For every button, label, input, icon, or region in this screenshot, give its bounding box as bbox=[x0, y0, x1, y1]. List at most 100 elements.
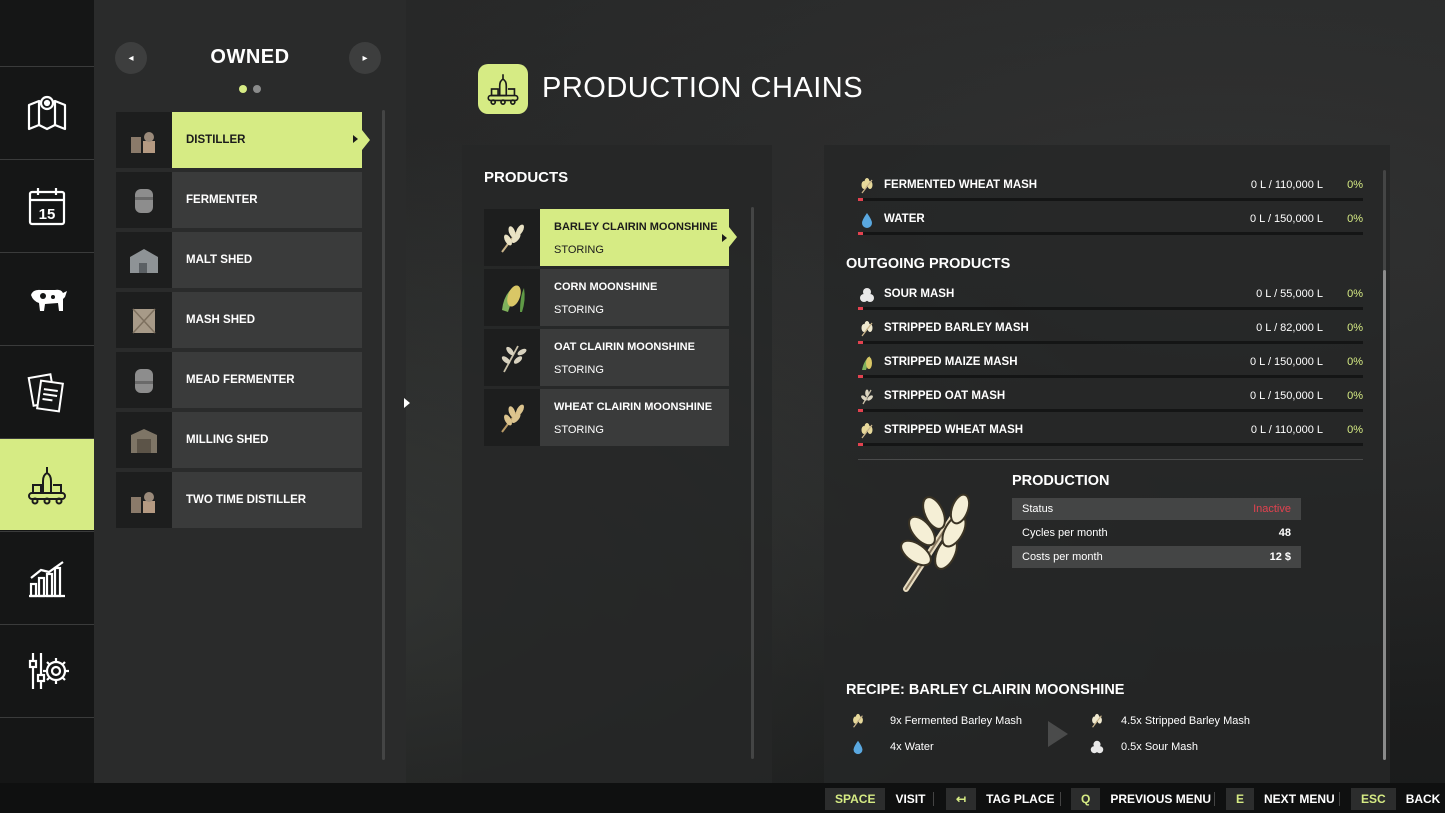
output-row-stripped-wheat-mash: STRIPPED WHEAT MASH 0 L / 110,000 L 0% bbox=[858, 418, 1363, 452]
barley-mash-icon bbox=[1092, 713, 1102, 728]
oat-thumbnail bbox=[484, 329, 540, 386]
section-divider bbox=[858, 459, 1363, 460]
oat-mash-icon bbox=[861, 389, 873, 405]
recipe-input-text: 4x Water bbox=[890, 741, 934, 753]
mead-fermenter-icon bbox=[135, 369, 153, 393]
wheat-icon bbox=[501, 404, 524, 433]
hint-separator bbox=[1060, 792, 1061, 806]
nav-contracts[interactable] bbox=[0, 345, 94, 437]
water-drop-icon bbox=[862, 213, 872, 228]
sour-mash-icon bbox=[1090, 740, 1104, 754]
details-scrollbar-thumb[interactable] bbox=[1383, 270, 1386, 760]
milling-shed-thumbnail bbox=[116, 412, 172, 468]
resource-percent: 0% bbox=[1347, 213, 1363, 225]
product-state: STORING bbox=[554, 424, 604, 436]
resource-percent: 0% bbox=[1347, 179, 1363, 191]
cycles-label: Cycles per month bbox=[1022, 527, 1108, 539]
owned-item-milling-shed[interactable]: MILLING SHED bbox=[116, 412, 362, 468]
wheat-thumbnail bbox=[484, 389, 540, 446]
product-item-barley-clairin-moonshine[interactable]: BARLEY CLAIRIN MOONSHINE STORING bbox=[484, 209, 737, 266]
resource-name: STRIPPED BARLEY MASH bbox=[884, 322, 1029, 334]
owned-list: DISTILLER FERMENTER MALT SHED MASH SHED bbox=[116, 112, 370, 532]
resource-name: STRIPPED OAT MASH bbox=[884, 390, 1006, 402]
output-row-stripped-barley-mash: STRIPPED BARLEY MASH 0 L / 82,000 L 0% bbox=[858, 316, 1363, 350]
key-q: Q bbox=[1071, 788, 1101, 810]
production-heading: PRODUCTION bbox=[1012, 473, 1110, 489]
owned-item-fermenter[interactable]: FERMENTER bbox=[116, 172, 362, 228]
svg-text:15: 15 bbox=[39, 206, 56, 223]
hint-tag-place[interactable]: ↤ TAG PLACE bbox=[946, 788, 1055, 810]
owned-item-label: TWO TIME DISTILLER bbox=[186, 494, 307, 506]
key-space: SPACE bbox=[825, 788, 886, 810]
owned-item-mead-fermenter[interactable]: MEAD FERMENTER bbox=[116, 352, 362, 408]
resource-name: WATER bbox=[884, 213, 925, 225]
products-scrollbar[interactable] bbox=[751, 207, 754, 759]
hint-separator bbox=[1214, 792, 1215, 806]
next-page-button[interactable]: ▸ bbox=[349, 42, 381, 74]
input-row-water: WATER 0 L / 150,000 L 0% bbox=[858, 207, 1363, 241]
product-name: OAT CLAIRIN MOONSHINE bbox=[554, 341, 695, 353]
page-indicator bbox=[94, 80, 406, 98]
malt-shed-thumbnail bbox=[116, 232, 172, 288]
product-state: STORING bbox=[554, 364, 604, 376]
fill-bar bbox=[858, 198, 1363, 201]
resource-name: SOUR MASH bbox=[884, 288, 955, 300]
contracts-icon bbox=[27, 372, 64, 413]
resource-percent: 0% bbox=[1347, 322, 1363, 334]
product-item-oat-clairin-moonshine[interactable]: OAT CLAIRIN MOONSHINE STORING bbox=[484, 329, 729, 386]
hint-label: NEXT MENU bbox=[1264, 792, 1335, 806]
fermenter-thumbnail bbox=[116, 172, 172, 228]
product-item-wheat-clairin-moonshine[interactable]: WHEAT CLAIRIN MOONSHINE STORING bbox=[484, 389, 729, 446]
nav-statistics[interactable] bbox=[0, 531, 94, 623]
fill-bar bbox=[858, 307, 1363, 310]
collapse-panel-arrow-icon[interactable] bbox=[404, 398, 410, 408]
owned-item-malt-shed[interactable]: MALT SHED bbox=[116, 232, 362, 288]
nav-production[interactable] bbox=[0, 438, 102, 530]
mash-shed-thumbnail bbox=[116, 292, 172, 348]
products-panel: PRODUCTS BARLEY CLAIRIN MOONSHINE STORIN… bbox=[462, 145, 772, 783]
page-dot-active[interactable] bbox=[239, 85, 247, 93]
nav-calendar[interactable]: 15 bbox=[0, 159, 94, 251]
statistics-icon bbox=[29, 560, 65, 597]
nav-map[interactable] bbox=[0, 66, 94, 158]
owned-item-mash-shed[interactable]: MASH SHED bbox=[116, 292, 362, 348]
production-chains-icon bbox=[478, 64, 528, 114]
corn-thumbnail bbox=[484, 269, 540, 326]
owned-scrollbar[interactable] bbox=[382, 110, 385, 760]
caret-right-icon bbox=[722, 234, 727, 242]
hint-previous-menu[interactable]: Q PREVIOUS MENU bbox=[1071, 788, 1211, 810]
owned-item-two-time-distiller[interactable]: TWO TIME DISTILLER bbox=[116, 472, 362, 528]
recipe-output-text: 0.5x Sour Mash bbox=[1121, 741, 1199, 753]
two-time-distiller-thumbnail bbox=[116, 472, 172, 528]
nav-animals[interactable] bbox=[0, 252, 94, 344]
status-value: Inactive bbox=[1253, 503, 1291, 515]
product-item-corn-moonshine[interactable]: CORN MOONSHINE STORING bbox=[484, 269, 729, 326]
resource-name: STRIPPED MAIZE MASH bbox=[884, 356, 1018, 368]
milling-shed-icon bbox=[131, 429, 157, 453]
chevron-right-icon: ▸ bbox=[362, 52, 368, 64]
mead-fermenter-thumbnail bbox=[116, 352, 172, 408]
hint-visit[interactable]: SPACE VISIT bbox=[825, 788, 925, 810]
fermenter-icon bbox=[135, 189, 153, 213]
nav-settings[interactable] bbox=[0, 624, 94, 716]
product-state: STORING bbox=[554, 304, 604, 316]
page-dot[interactable] bbox=[253, 85, 261, 93]
costs-value: 12 $ bbox=[1269, 551, 1291, 563]
resource-name: FERMENTED WHEAT MASH bbox=[884, 179, 1038, 191]
map-icon bbox=[27, 95, 67, 130]
owned-item-label: MALT SHED bbox=[186, 254, 253, 266]
costs-row: Costs per month 12 $ bbox=[1012, 546, 1301, 568]
hint-label: TAG PLACE bbox=[986, 792, 1055, 806]
page-title: PRODUCTION CHAINS bbox=[542, 72, 864, 104]
owned-item-distiller[interactable]: DISTILLER bbox=[116, 112, 370, 168]
key-tag: ↤ bbox=[946, 788, 977, 810]
recipe-heading: RECIPE: BARLEY CLAIRIN MOONSHINE bbox=[846, 682, 1125, 698]
owned-item-label: MILLING SHED bbox=[186, 434, 269, 446]
hint-next-menu[interactable]: E NEXT MENU bbox=[1226, 788, 1335, 810]
oat-icon bbox=[501, 345, 527, 372]
fill-bar bbox=[858, 443, 1363, 446]
settings-icon bbox=[28, 652, 69, 689]
resource-percent: 0% bbox=[1347, 356, 1363, 368]
barley-thumbnail bbox=[484, 209, 540, 266]
hint-back[interactable]: ESC BACK bbox=[1351, 788, 1440, 810]
